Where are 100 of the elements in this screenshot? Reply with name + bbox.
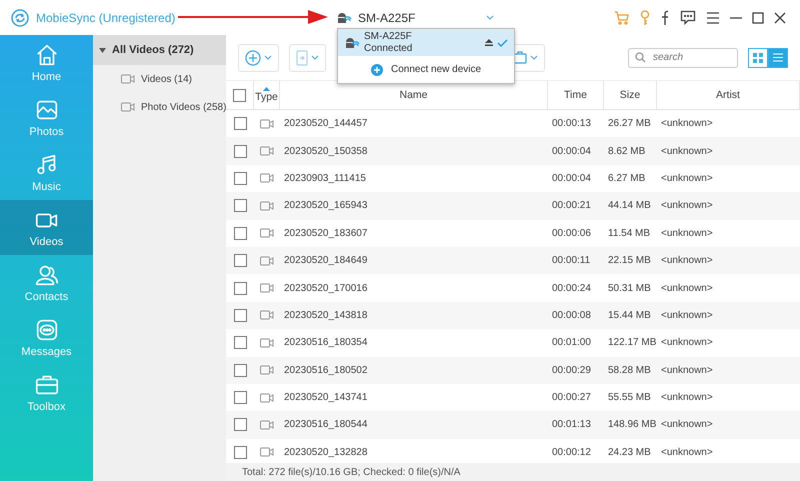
sort-arrow-icon (263, 87, 270, 91)
video-camera-icon (260, 256, 274, 266)
select-all-checkbox[interactable] (233, 88, 246, 102)
artist-cell-text: <unknown> (660, 254, 714, 268)
column-header[interactable]: Artist (657, 81, 800, 109)
video-camera-icon (260, 146, 274, 156)
sidebar-item[interactable]: Videos (0, 200, 93, 255)
connect-new-device-button[interactable]: Connect new device (338, 56, 514, 83)
sync-logo-icon (10, 8, 30, 28)
row-checkbox[interactable] (234, 418, 246, 432)
maximize-icon[interactable] (752, 12, 764, 24)
artist-cell-text: <unknown> (660, 226, 714, 241)
tree-item[interactable]: All Videos (272) (93, 35, 226, 65)
time-cell-text: 00:00:12 (551, 446, 592, 460)
row-checkbox[interactable] (234, 117, 246, 130)
artist-cell-text: <unknown> (660, 336, 714, 350)
artist-cell-text: <unknown> (660, 144, 714, 159)
grid-view-button[interactable] (748, 48, 768, 68)
row-checkbox[interactable] (234, 391, 246, 404)
size-cell-text: 24.23 MB (607, 446, 652, 460)
time-cell-text: 00:00:24 (551, 282, 592, 296)
row-checkbox[interactable] (234, 308, 246, 322)
size-cell-text: 11.54 MB (607, 226, 652, 241)
name-cell-text: 20230903_111415 (283, 172, 367, 186)
caret-icon (530, 55, 538, 60)
time-cell-text: 00:00:08 (551, 308, 592, 323)
search-field[interactable]: search (628, 48, 738, 68)
app-title: MobieSync (Unregistered) (36, 10, 176, 24)
size-cell-text: 50.31 MB (607, 282, 652, 296)
plus-circle-icon (245, 50, 261, 66)
caret-icon (311, 55, 319, 60)
artist-cell-text: <unknown> (660, 199, 714, 214)
caret-icon (264, 55, 272, 60)
video-camera-icon (260, 283, 274, 294)
artist-cell-text: <unknown> (660, 117, 714, 132)
size-cell-text: 8.62 MB (607, 144, 646, 159)
video-camera-icon (260, 228, 274, 238)
size-cell-text: 6.27 MB (607, 172, 646, 186)
facebook-icon[interactable] (660, 10, 670, 25)
time-cell-text: 00:00:29 (551, 364, 592, 378)
list-icon (773, 53, 783, 62)
device-status: Connected (364, 42, 414, 54)
column-header[interactable]: Time (548, 81, 604, 109)
name-cell-text: 20230520_144457 (283, 117, 368, 132)
time-cell-text: 00:00:13 (551, 117, 592, 132)
row-checkbox[interactable] (234, 282, 246, 295)
video-camera-icon (260, 173, 274, 184)
time-cell-text: 00:00:06 (551, 226, 592, 241)
expanded-triangle-icon (99, 46, 106, 54)
name-cell-text: 20230520_165943 (283, 199, 368, 214)
row-checkbox[interactable] (234, 336, 246, 350)
column-header[interactable]: Size (604, 81, 657, 109)
row-checkbox[interactable] (234, 364, 246, 377)
name-cell-text: 20230520_132828 (283, 446, 368, 460)
plus-circle-icon (371, 64, 383, 76)
size-cell-text: 15.44 MB (607, 308, 652, 323)
row-checkbox[interactable] (234, 226, 246, 240)
row-checkbox[interactable] (234, 144, 246, 158)
artist-cell-text: <unknown> (660, 308, 714, 323)
time-cell-text: 00:00:27 (551, 391, 592, 406)
time-cell-text: 00:00:11 (551, 254, 592, 268)
column-header[interactable]: Type (254, 81, 280, 109)
phone-icon (296, 50, 308, 66)
name-cell-text: 20230520_170016 (283, 282, 368, 296)
feedback-icon[interactable] (680, 10, 696, 25)
minimize-icon[interactable] (730, 16, 742, 18)
row-checkbox[interactable] (234, 446, 246, 459)
video-camera-icon (121, 74, 135, 84)
close-icon[interactable] (774, 12, 786, 24)
tree-item[interactable]: Photo Videos (258) (93, 93, 226, 121)
size-cell-text: 44.14 MB (607, 199, 652, 214)
video-camera-icon (260, 200, 274, 211)
eject-icon[interactable] (485, 39, 493, 46)
device-menu-item[interactable]: SM-A225F Connected (338, 29, 514, 56)
size-cell-text: 22.15 MB (607, 254, 652, 268)
size-cell-text: 58.28 MB (607, 364, 652, 378)
name-cell-text: 20230520_184649 (283, 254, 368, 268)
time-cell-text: 00:01:13 (551, 418, 592, 432)
row-checkbox[interactable] (234, 172, 246, 185)
name-cell-text: 20230516_180544 (283, 418, 368, 432)
size-cell-text: 148.96 MB (607, 418, 657, 432)
video-camera-icon (260, 447, 274, 458)
add-button[interactable] (238, 44, 279, 72)
tree-item[interactable]: Videos (14) (93, 65, 226, 93)
artist-cell-text: <unknown> (660, 282, 714, 296)
video-camera-icon (260, 118, 274, 129)
device-selector[interactable]: SM-A225F (330, 4, 500, 32)
name-cell-text: 20230516_180354 (283, 336, 368, 350)
list-view-button[interactable] (768, 48, 788, 68)
caret-icon (486, 15, 494, 20)
size-cell-text: 55.55 MB (607, 391, 652, 406)
row-checkbox[interactable] (234, 254, 246, 268)
artist-cell-text: <unknown> (660, 446, 714, 460)
menu-icon[interactable] (706, 12, 720, 24)
name-cell-text: 20230520_143818 (283, 308, 368, 323)
artist-cell-text: <unknown> (660, 391, 714, 406)
row-checkbox[interactable] (234, 199, 246, 212)
video-camera-icon (260, 310, 274, 320)
video-camera-icon (260, 338, 274, 348)
video-camera-icon (260, 365, 274, 376)
